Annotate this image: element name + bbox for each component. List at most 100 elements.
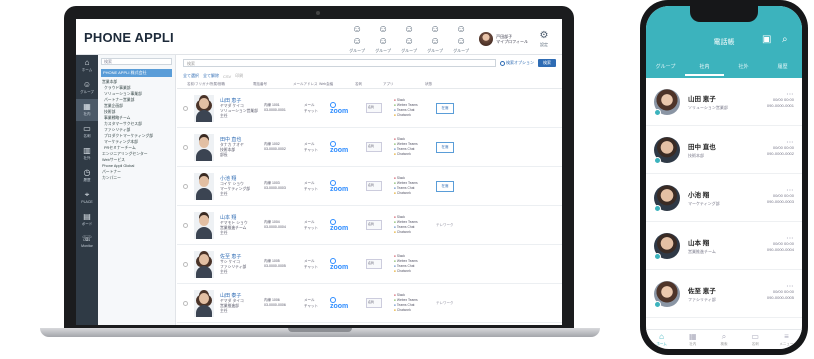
- avatar: [654, 136, 680, 164]
- chat-link[interactable]: チャット: [304, 303, 330, 309]
- zoom-button[interactable]: zoom: [330, 147, 366, 154]
- nav-item-label: ホーム: [81, 68, 93, 72]
- phone-cell: 内線 1004 03-0000-0004: [264, 220, 304, 230]
- header-group-button[interactable]: ☺☺ グループ: [451, 24, 471, 54]
- toolbar-action[interactable]: CSV: [223, 74, 231, 79]
- header-group-button[interactable]: ☺☺ グループ: [425, 24, 445, 54]
- row-checkbox[interactable]: [183, 300, 188, 306]
- header-group-button[interactable]: ☺☺ グループ: [347, 24, 367, 54]
- list-item[interactable]: 山本 翔営業推進チーム ••• 00/00 00:00 090-0000-0004: [646, 222, 802, 270]
- zoom-button[interactable]: zoom: [330, 303, 366, 310]
- row-checkbox[interactable]: [183, 183, 188, 189]
- phone-number[interactable]: 03-0000-0005: [264, 264, 304, 269]
- search-options-toggle[interactable]: 検索オプション: [500, 60, 534, 66]
- row-checkbox[interactable]: [183, 144, 188, 150]
- nav-item-message[interactable]: ▤ ボード: [76, 209, 98, 231]
- chat-link[interactable]: チャット: [304, 147, 330, 153]
- chat-link[interactable]: チャット: [304, 225, 330, 231]
- search-icon[interactable]: ⌕: [782, 34, 788, 45]
- nav-item-people[interactable]: ☺ グループ: [76, 77, 98, 99]
- chat-link[interactable]: チャット: [304, 186, 330, 192]
- table-row[interactable]: 佐至 恵子 サシ ケイコ ファシリティ部 主任 内線 1005 03-0000-0005 メ…: [177, 245, 562, 284]
- app-link[interactable]: Chatwork: [394, 230, 436, 235]
- contact-name: 佐至 恵子: [688, 287, 716, 295]
- user-profile[interactable]: 戸田部子 マイプロフィール: [479, 32, 528, 46]
- app-link[interactable]: Chatwork: [394, 152, 436, 157]
- nav-item-phone[interactable]: ☏ Monitor: [76, 231, 98, 253]
- app-link[interactable]: Chatwork: [394, 191, 436, 196]
- business-card-thumbnail[interactable]: 名刺: [366, 298, 382, 308]
- phone-number[interactable]: 03-0000-0002: [264, 147, 304, 152]
- zoom-button[interactable]: zoom: [330, 225, 366, 232]
- app-link[interactable]: Chatwork: [394, 269, 436, 274]
- tree-root-item[interactable]: PHONE APPLI 株式会社: [101, 69, 172, 77]
- bottom-nav-search[interactable]: ⌕ 検索: [708, 330, 739, 349]
- toolbar-action[interactable]: 全て選択: [183, 73, 199, 79]
- column-header-cell: 名刺: [355, 82, 362, 86]
- contact-text: 佐至 恵子 ファシリティ部: [688, 285, 716, 303]
- row-checkbox[interactable]: [183, 105, 188, 111]
- business-card-thumbnail[interactable]: 名刺: [366, 259, 382, 269]
- tab-1[interactable]: 社内: [685, 58, 724, 76]
- status-badge: 在席: [436, 180, 454, 192]
- phone-device: 電話帳 ▣ ⌕ グループ 社内 社外 履歴 山田 恵子 ソリューション営業部 ••• 00/…: [640, 0, 808, 355]
- status-cell: 在席: [436, 180, 458, 192]
- zoom-button[interactable]: zoom: [330, 108, 366, 115]
- toolbar-action[interactable]: 印刷: [235, 73, 243, 79]
- chat-link[interactable]: チャット: [304, 108, 330, 114]
- table-row[interactable]: 山田 泰子 ヤマダ タイコ 営業推進部 主任 内線 1006 03-0000-0006 メー…: [177, 284, 562, 323]
- table-row[interactable]: 小池 翔コイケ ショウ マーケティング部 主任 内線 1003 03-0000-0003…: [177, 167, 562, 206]
- header-group-button[interactable]: ☺☺ グループ: [399, 24, 419, 54]
- list-item[interactable]: 山田 恵子 ソリューション営業部 ••• 00/00 00:00 090-0000-00…: [646, 78, 802, 126]
- tab-2[interactable]: 社外: [724, 58, 763, 76]
- nav-item-place[interactable]: ⌖ PLACE: [76, 187, 98, 209]
- app-link[interactable]: Chatwork: [394, 113, 436, 118]
- list-item[interactable]: 田中 直也 技術本部 ••• 00/00 00:00 090-0000-0002: [646, 126, 802, 174]
- search-options-label: 検索オプション: [506, 60, 534, 65]
- phone-number[interactable]: 03-0000-0001: [264, 108, 304, 113]
- user-profile-link: マイプロフィール: [496, 39, 528, 44]
- phone-number[interactable]: 03-0000-0003: [264, 186, 304, 191]
- table-row[interactable]: 田中 直也 タナカ ナオヤ 技術本部 部長 内線 1002 03-0000-0002 メール…: [177, 128, 562, 167]
- camera-icon: [316, 11, 320, 15]
- contact-phone: 090-0000-0004: [766, 247, 794, 252]
- tree-search-input[interactable]: 検索: [101, 58, 172, 65]
- nav-item-home[interactable]: ⌂ ホーム: [76, 55, 98, 77]
- business-card-thumbnail[interactable]: 名刺: [366, 181, 382, 191]
- nav-item-card[interactable]: ▭ 名刺: [76, 121, 98, 143]
- zoom-button[interactable]: zoom: [330, 186, 366, 193]
- nav-item-building[interactable]: ▥ 社外: [76, 143, 98, 165]
- tree-item[interactable]: カンパニー: [98, 175, 175, 181]
- mail-cell: メール チャット: [304, 141, 330, 153]
- header-group-button[interactable]: ☺☺ グループ: [373, 24, 393, 54]
- column-header-cell: アプリ: [383, 82, 394, 86]
- bottom-nav-org[interactable]: ▦ 社内: [677, 330, 708, 349]
- qr-icon[interactable]: ▣: [762, 34, 771, 45]
- business-card-thumbnail[interactable]: 名刺: [366, 142, 382, 152]
- settings-button[interactable]: ⚙ 設定: [534, 30, 554, 48]
- bottom-nav-menu[interactable]: ≡ メニュー: [771, 330, 802, 349]
- bottom-nav-card[interactable]: ▭ 名刺: [740, 330, 771, 349]
- phone-number[interactable]: 03-0000-0006: [264, 303, 304, 308]
- tab-0[interactable]: グループ: [646, 58, 685, 76]
- app-link[interactable]: Chatwork: [394, 308, 436, 313]
- table-row[interactable]: 山田 恵子 ヤマダ ケイコ ソリューション営業部 主任 内線 1001 03-0000-0…: [177, 89, 562, 128]
- phone-number[interactable]: 03-0000-0004: [264, 225, 304, 230]
- tab-3[interactable]: 履歴: [763, 58, 802, 76]
- list-item[interactable]: 小池 翔マーケティング部 ••• 00/00 00:00 090-0000-0003: [646, 174, 802, 222]
- name-cell: 山田 恵子 ヤマダ ケイコ ソリューション営業部 主任: [220, 98, 264, 119]
- nav-item-history[interactable]: ◷ 履歴: [76, 165, 98, 187]
- table-row[interactable]: 山本 翔ヤマモト ショウ 営業推進チーム 主任 内線 1004 03-0000-0004…: [177, 206, 562, 245]
- row-checkbox[interactable]: [183, 261, 188, 267]
- business-card-thumbnail[interactable]: 名刺: [366, 103, 382, 113]
- bottom-nav-home[interactable]: ⌂ ホーム: [646, 330, 677, 349]
- toolbar-action[interactable]: 全て解除: [203, 73, 219, 79]
- nav-item-org[interactable]: ▦ 社内: [76, 99, 98, 121]
- search-button[interactable]: 検索: [538, 59, 556, 67]
- search-input[interactable]: 検索: [183, 59, 496, 67]
- business-card-thumbnail[interactable]: 名刺: [366, 220, 382, 230]
- row-checkbox[interactable]: [183, 222, 188, 228]
- zoom-button[interactable]: zoom: [330, 264, 366, 271]
- list-item[interactable]: 佐至 恵子 ファシリティ部 ••• 00/00 00:00 090-0000-0005: [646, 270, 802, 318]
- chat-link[interactable]: チャット: [304, 264, 330, 270]
